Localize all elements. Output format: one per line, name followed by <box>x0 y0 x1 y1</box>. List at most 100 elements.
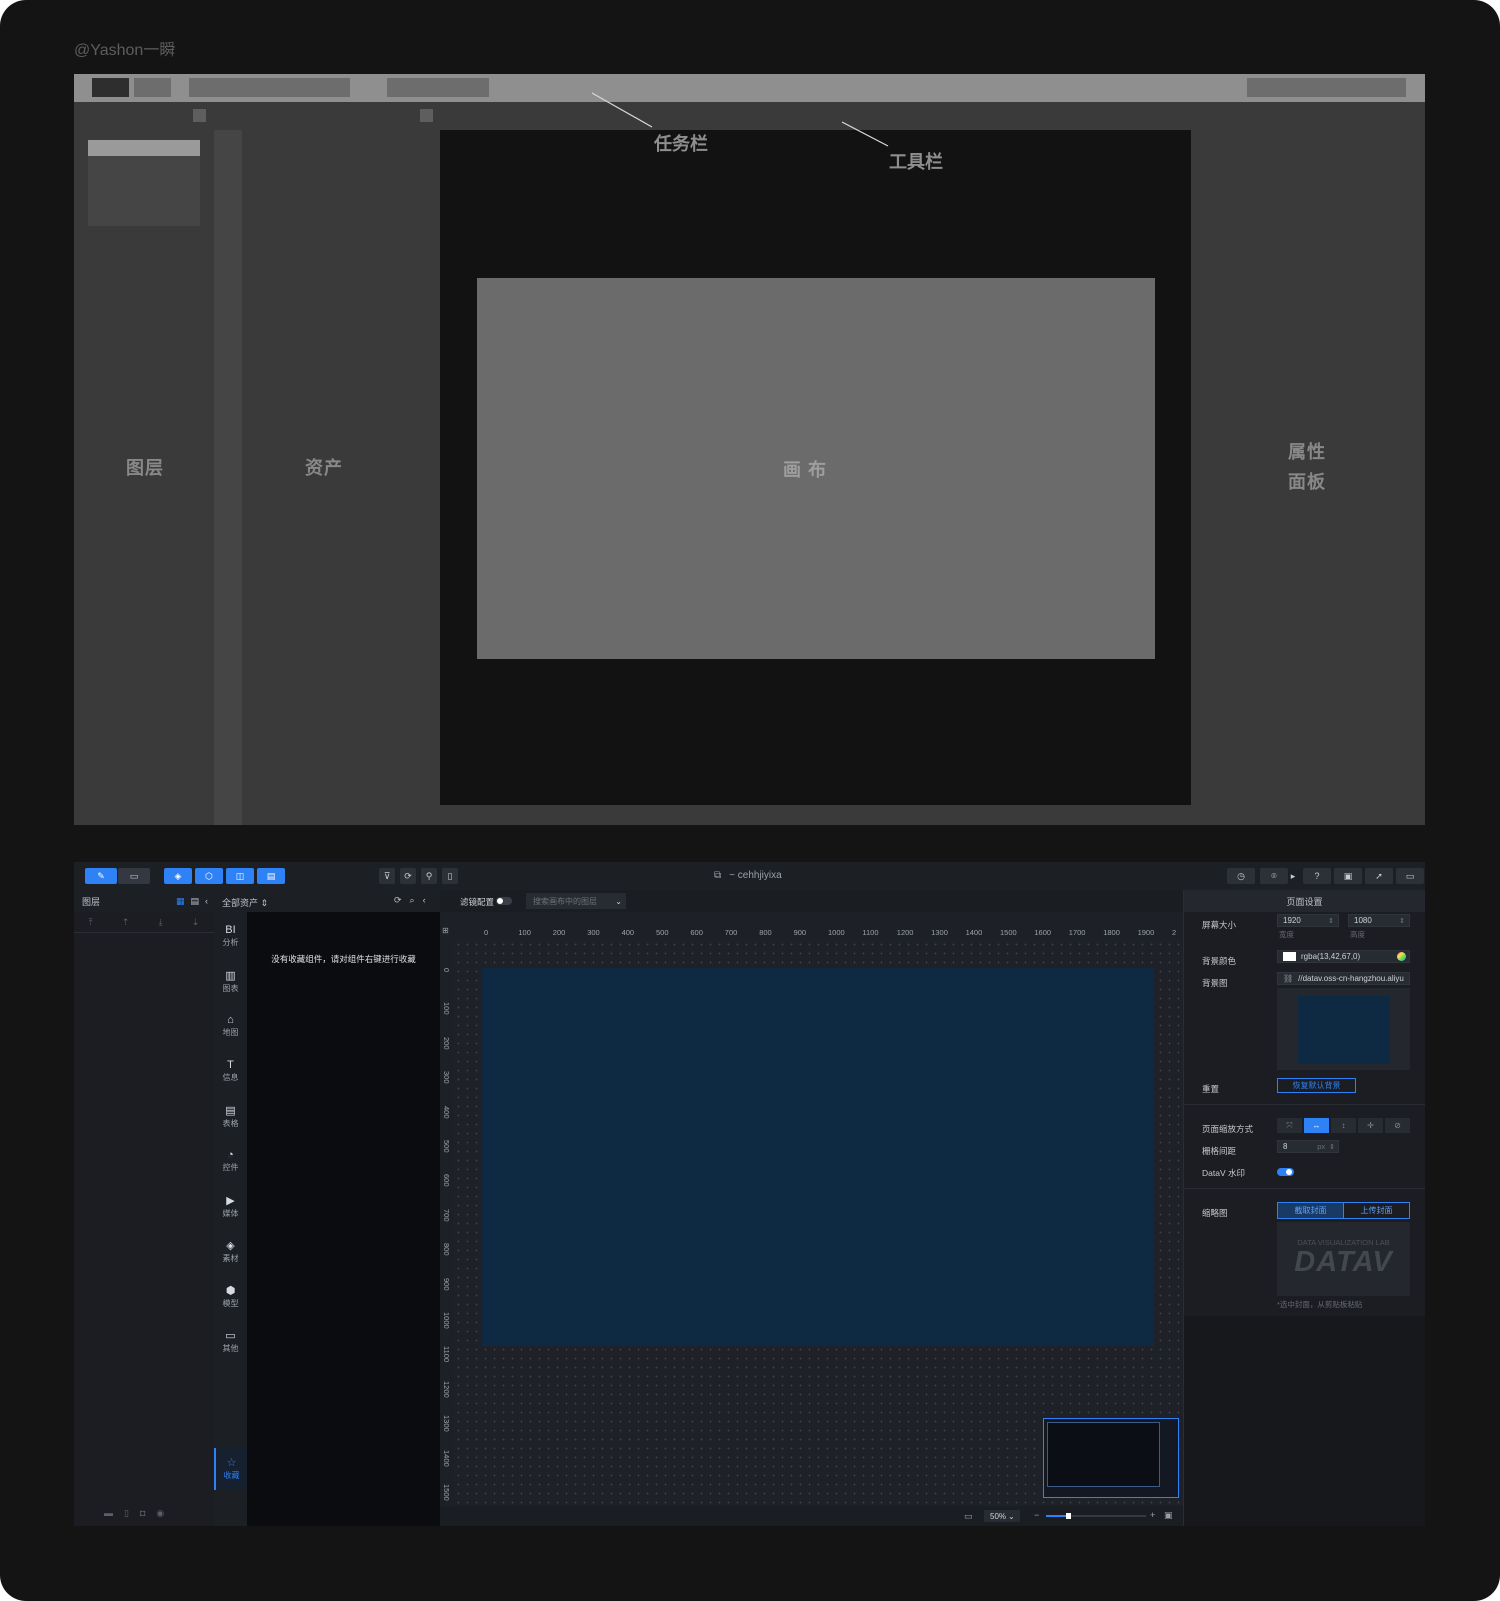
zoom-in-icon[interactable]: + <box>1150 1510 1155 1520</box>
ruler-tick-label: 0 <box>484 928 489 937</box>
ruler-tick-label: 1600 <box>1034 928 1052 937</box>
move-up-icon[interactable]: ⤒ <box>89 917 93 928</box>
zoom-slider-track[interactable] <box>1046 1513 1146 1519</box>
layers-panel-title: 图层 <box>82 896 101 907</box>
pin-icon[interactable]: ⚲ <box>421 868 437 884</box>
ruler-tick-label: 1200 <box>442 1380 451 1398</box>
snapshot-icon[interactable]: ◷ <box>1227 868 1255 884</box>
category-item[interactable]: ◔ 控件 <box>214 1149 247 1173</box>
minimap-viewport[interactable] <box>1047 1422 1160 1487</box>
toolbox-toggle-button[interactable]: ▤ <box>257 868 285 884</box>
zoom-select[interactable]: 50% ⌄ <box>984 1510 1020 1522</box>
category-item[interactable]: ◈ 素材 <box>214 1239 247 1264</box>
layers-toggle-button[interactable]: ◈ <box>164 868 192 884</box>
ruler-tick-label: 1300 <box>442 1415 451 1432</box>
datav-watermark-toggle[interactable] <box>1277 1168 1294 1176</box>
ruler-tick-label: 500 <box>442 1140 451 1153</box>
annotation-taskbar: 任务栏 <box>654 134 708 154</box>
zoom-out-icon[interactable]: − <box>1034 1510 1039 1520</box>
fullscreen-icon[interactable]: ▣ <box>1164 1510 1173 1521</box>
collapse-icon[interactable]: ‹ <box>205 896 208 906</box>
ruler-tick-label: 1200 <box>896 928 914 937</box>
canvas-topbar: 滤镜配置 搜索画布中的图层 ⌄ <box>440 890 1183 912</box>
layer-search-select[interactable]: 搜索画布中的图层 ⌄ <box>526 893 626 909</box>
trash-icon[interactable]: ▯ <box>124 1508 129 1519</box>
category-favorites[interactable]: ☆ 收藏 <box>214 1448 247 1490</box>
refresh-icon[interactable]: ⟳ <box>400 868 416 884</box>
fit-width-icon[interactable]: ↔ <box>1304 1118 1329 1133</box>
height-input[interactable]: 1080 ⇕ <box>1348 914 1410 927</box>
category-item[interactable]: ▶ 媒体 <box>214 1194 247 1219</box>
move-top-icon[interactable]: ⇡ <box>122 917 130 928</box>
bg-image-preview[interactable] <box>1277 988 1410 1070</box>
help-icon[interactable]: ? <box>1303 868 1331 884</box>
category-item[interactable]: ▤ 表格 <box>214 1104 247 1129</box>
move-down-icon[interactable]: ⤓ <box>159 917 163 928</box>
grid-view-icon[interactable]: ▦ <box>176 896 185 907</box>
filter-icon[interactable]: ⊽ <box>379 868 395 884</box>
minimap[interactable] <box>1043 1418 1179 1498</box>
zoom-slider-handle[interactable] <box>1066 1513 1071 1519</box>
stepper-icon[interactable]: ⇕ <box>1399 917 1405 925</box>
fit-both-icon[interactable]: ⤧ <box>1277 1118 1302 1133</box>
category-item[interactable]: ⌂ 地图 <box>214 1014 247 1038</box>
eye-icon[interactable]: ◉ <box>156 1508 164 1519</box>
edit-mode-button[interactable]: ✎ <box>85 868 117 884</box>
width-input[interactable]: 1920 ⇕ <box>1277 914 1339 927</box>
wireframe-label-canvas: 画 布 <box>783 460 828 480</box>
stepper-icon[interactable]: ⇕ <box>1328 917 1334 925</box>
category-item[interactable]: ⬢ 模型 <box>214 1284 247 1309</box>
fit-screen-icon[interactable]: ▭ <box>964 1511 973 1522</box>
category-item[interactable]: ▥ 图表 <box>214 969 247 994</box>
bg-color-input[interactable]: rgba(13,42,67,0) <box>1277 950 1410 963</box>
grid-spacing-input[interactable]: 8 px ⇕ <box>1277 1140 1339 1153</box>
fit-height-icon[interactable]: ↕ <box>1331 1118 1356 1133</box>
preview-icon[interactable]: ▣ <box>1334 868 1362 884</box>
capture-cover-button[interactable]: 截取封面 <box>1277 1202 1344 1219</box>
folder-icon[interactable]: ▬ <box>104 1508 113 1519</box>
move-bottom-icon[interactable]: ⇣ <box>192 917 200 928</box>
components-toggle-button[interactable]: ⬡ <box>195 868 223 884</box>
category-item[interactable]: ▭ 其他 <box>214 1329 247 1354</box>
bg-image-input[interactable]: ⛓ //datav.oss-cn-hangzhou.aliyu <box>1277 972 1410 985</box>
camera-icon[interactable]: ⌾ <box>1260 868 1288 884</box>
filter-config-toggle[interactable] <box>496 897 512 905</box>
assets-filter-dropdown[interactable]: 全部资产 ⇕ <box>222 896 268 909</box>
collapse-icon[interactable]: ‹ <box>423 895 426 906</box>
category-item[interactable]: BI 分析 <box>214 924 247 948</box>
annotation-toolbar: 工具栏 <box>889 152 943 172</box>
stepper-icon[interactable]: ⇕ <box>1329 1143 1335 1151</box>
layer-search-placeholder: 搜索画布中的图层 <box>533 896 597 906</box>
search-icon[interactable]: ⌕ <box>410 895 415 906</box>
color-picker-icon[interactable] <box>1397 952 1406 961</box>
ruler-tick-label: 600 <box>690 928 703 937</box>
height-caption: 高度 <box>1350 930 1365 939</box>
message-icon[interactable]: ▭ <box>1396 868 1424 884</box>
full-stretch-icon[interactable]: ✛ <box>1358 1118 1383 1133</box>
annotation-lines <box>591 92 889 147</box>
refresh-icon[interactable]: ⟳ <box>394 895 402 906</box>
screen-canvas[interactable] <box>482 968 1154 1346</box>
reset-background-button[interactable]: 恢复默认背景 <box>1277 1078 1356 1093</box>
caret-right-icon[interactable]: ▸ <box>1288 868 1298 884</box>
mobile-icon[interactable]: ▯ <box>442 868 458 884</box>
ruler-tick-label: 800 <box>759 928 772 937</box>
category-label: 图表 <box>222 984 239 993</box>
category-item[interactable]: T 信息 <box>214 1059 247 1083</box>
upload-cover-button[interactable]: 上传封面 <box>1343 1202 1410 1219</box>
panel-toggle-button[interactable]: ◫ <box>226 868 254 884</box>
category-icon: ▥ <box>225 970 236 982</box>
category-label: 信息 <box>222 1073 239 1082</box>
publish-icon[interactable]: ➚ <box>1365 868 1393 884</box>
ruler-tick-label: 1100 <box>442 1346 451 1363</box>
list-view-icon[interactable]: ▤ <box>190 896 199 907</box>
lock-icon[interactable]: ◘ <box>140 1508 145 1519</box>
thumbnail-preview[interactable]: DATA VISUALIZATION LAB DATAV <box>1277 1222 1410 1296</box>
properties-header: 页面设置 <box>1184 890 1425 912</box>
wireframe-label-assets: 资产 <box>305 458 343 478</box>
ruler-tick-label: 200 <box>552 928 566 937</box>
ruler-corner-icon[interactable]: ⊞ <box>442 926 449 935</box>
ruler-tick-label: 1300 <box>931 928 948 937</box>
screen-mode-button[interactable]: ▭ <box>118 868 150 884</box>
no-scale-icon[interactable]: ⊘ <box>1385 1118 1410 1133</box>
